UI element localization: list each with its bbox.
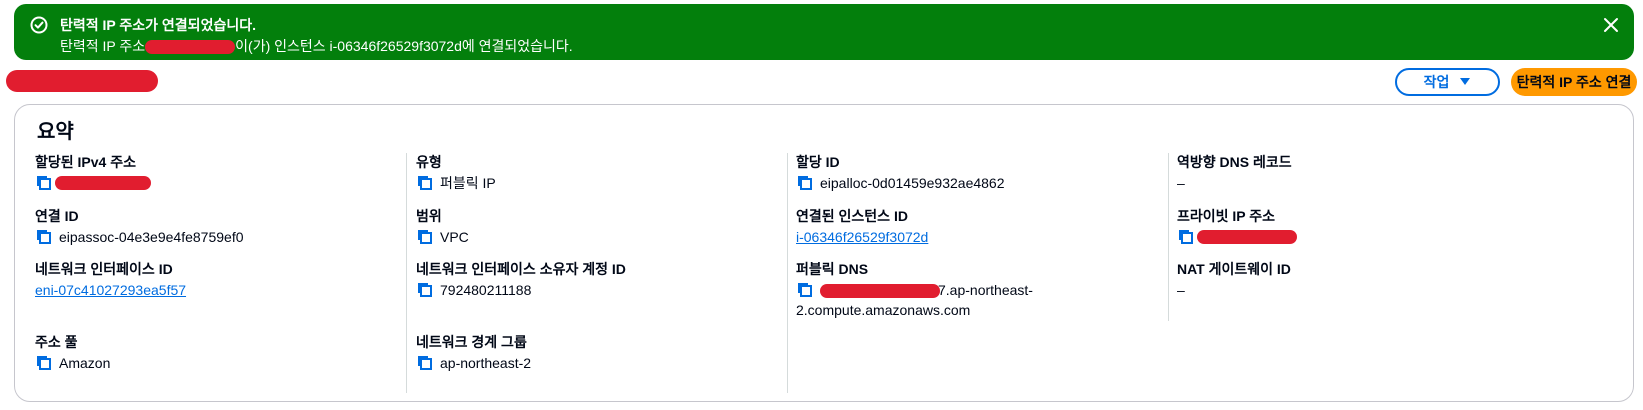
public-dns-field: 퍼블릭 DNS 7.ap-northeast- 2.compute.amazon… <box>796 260 1033 320</box>
owner-account-label: 네트워크 인터페이스 소유자 계정 ID <box>416 261 626 277</box>
scope-text: VPC <box>440 229 469 245</box>
flash-message: 탄력적 IP 주소 이(가) 인스턴스 i-06346f26529f3072d에 … <box>60 37 573 55</box>
network-interface-id-label: 네트워크 인터페이스 ID <box>35 261 173 277</box>
instance-id-label: 연결된 인스턴스 ID <box>796 208 908 224</box>
nat-gateway-field: NAT 게이트웨이 ID – <box>1177 260 1291 300</box>
copy-icon[interactable] <box>1177 228 1195 246</box>
instance-id-field: 연결된 인스턴스 ID i-06346f26529f3072d <box>796 207 928 247</box>
network-interface-id-value: eni-07c41027293ea5f57 <box>35 280 186 300</box>
scope-value: VPC <box>416 227 469 247</box>
assigned-ipv4-label: 할당된 IPv4 주소 <box>35 154 136 170</box>
scope-field: 범위 VPC <box>416 207 469 247</box>
flash-message-prefix: 탄력적 IP 주소 <box>60 38 146 54</box>
assigned-ipv4-field: 할당된 IPv4 주소 <box>35 153 151 192</box>
scope-label: 범위 <box>416 208 442 224</box>
association-id-value: eipassoc-04e3e9e4fe8759ef0 <box>35 227 244 247</box>
allocation-id-value: eipalloc-0d01459e932ae4862 <box>796 173 1005 193</box>
owner-account-text: 792480211188 <box>440 282 532 298</box>
address-pool-field: 주소 풀 Amazon <box>35 333 110 373</box>
allocation-id-field: 할당 ID eipalloc-0d01459e932ae4862 <box>796 153 1005 193</box>
address-pool-label: 주소 풀 <box>35 334 78 350</box>
actions-dropdown-button[interactable]: 작업 <box>1395 68 1500 96</box>
page-title-redacted <box>6 70 158 92</box>
owner-account-value: 792480211188 <box>416 280 626 300</box>
copy-icon[interactable] <box>416 174 434 192</box>
flash-title: 탄력적 IP 주소가 연결되었습니다. <box>60 17 256 33</box>
network-interface-id-field: 네트워크 인터페이스 ID eni-07c41027293ea5f57 <box>35 260 186 300</box>
assigned-ipv4-value <box>35 173 151 192</box>
redacted-private-ip <box>1197 230 1297 244</box>
reverse-dns-field: 역방향 DNS 레코드 – <box>1177 153 1292 193</box>
address-pool-value: Amazon <box>35 353 110 373</box>
allocation-id-text: eipalloc-0d01459e932ae4862 <box>820 175 1005 191</box>
nat-gateway-value: – <box>1177 280 1291 300</box>
copy-icon[interactable] <box>35 354 53 372</box>
instance-id-value: i-06346f26529f3072d <box>796 227 928 247</box>
association-id-label: 연결 ID <box>35 208 79 224</box>
nat-gateway-text: – <box>1177 282 1185 298</box>
association-id-text: eipassoc-04e3e9e4fe8759ef0 <box>59 229 244 245</box>
public-dns-line2: 2.compute.amazonaws.com <box>796 302 971 318</box>
association-id-field: 연결 ID eipassoc-04e3e9e4fe8759ef0 <box>35 207 244 247</box>
copy-icon[interactable] <box>416 228 434 246</box>
border-group-field: 네트워크 경계 그룹 ap-northeast-2 <box>416 333 531 373</box>
reverse-dns-text: – <box>1177 175 1185 191</box>
public-dns-value: 7.ap-northeast- <box>796 280 1033 300</box>
public-dns-line1-suffix: 7.ap-northeast- <box>938 282 1033 298</box>
success-flash-banner: 탄력적 IP 주소가 연결되었습니다. 탄력적 IP 주소 이(가) 인스턴스 i… <box>14 4 1634 60</box>
copy-icon[interactable] <box>35 174 53 192</box>
private-ip-label: 프라이빗 IP 주소 <box>1177 208 1276 224</box>
copy-icon[interactable] <box>416 354 434 372</box>
private-ip-value <box>1177 227 1297 246</box>
redacted-dns-host <box>820 284 940 299</box>
flash-message-suffix: 이(가) 인스턴스 i-06346f26529f3072d에 연결되었습니다. <box>235 38 573 54</box>
summary-column-1: 할당된 IPv4 주소 연결 ID eipassoc-04e3e9e4fe875… <box>35 153 405 393</box>
nat-gateway-label: NAT 게이트웨이 ID <box>1177 261 1291 277</box>
copy-icon[interactable] <box>416 281 434 299</box>
type-field: 유형 퍼블릭 IP <box>416 153 496 193</box>
copy-icon[interactable] <box>796 174 814 192</box>
type-value: 퍼블릭 IP <box>416 173 496 193</box>
close-icon[interactable] <box>1602 16 1620 34</box>
associate-eip-button[interactable]: 탄력적 IP 주소 연결 <box>1511 68 1637 96</box>
network-interface-id-link[interactable]: eni-07c41027293ea5f57 <box>35 280 186 300</box>
summary-title: 요약 <box>37 121 74 143</box>
summary-column-4: 역방향 DNS 레코드 – 프라이빗 IP 주소 NAT 게이트웨이 ID – <box>1168 153 1608 321</box>
allocation-id-label: 할당 ID <box>796 154 840 170</box>
caret-down-icon <box>1460 78 1471 85</box>
summary-column-3: 할당 ID eipalloc-0d01459e932ae4862 연결된 인스턴… <box>787 153 1167 393</box>
border-group-text: ap-northeast-2 <box>440 355 532 371</box>
instance-id-link[interactable]: i-06346f26529f3072d <box>796 227 928 247</box>
public-dns-label: 퍼블릭 DNS <box>796 261 869 277</box>
copy-icon[interactable] <box>35 228 53 246</box>
type-text: 퍼블릭 IP <box>440 175 496 191</box>
address-pool-text: Amazon <box>59 355 111 371</box>
summary-container: 요약 할당된 IPv4 주소 연결 ID eipassoc-04e3e9e4fe… <box>14 104 1634 402</box>
border-group-label: 네트워크 경계 그룹 <box>416 334 527 350</box>
border-group-value: ap-northeast-2 <box>416 353 531 373</box>
summary-column-2: 유형 퍼블릭 IP 범위 VPC 네트워크 인터페이스 소유자 계정 ID 79… <box>406 153 786 393</box>
success-check-circle-icon <box>30 16 48 34</box>
actions-button-label: 작업 <box>1423 74 1450 90</box>
redacted-ip <box>145 40 236 55</box>
redacted-ipv4 <box>55 176 151 190</box>
owner-account-field: 네트워크 인터페이스 소유자 계정 ID 792480211188 <box>416 260 626 300</box>
copy-icon[interactable] <box>796 281 814 299</box>
public-dns-line1: 7.ap-northeast- <box>820 280 1033 300</box>
type-label: 유형 <box>416 154 442 170</box>
reverse-dns-label: 역방향 DNS 레코드 <box>1177 154 1292 170</box>
reverse-dns-value: – <box>1177 173 1292 193</box>
private-ip-field: 프라이빗 IP 주소 <box>1177 207 1297 246</box>
